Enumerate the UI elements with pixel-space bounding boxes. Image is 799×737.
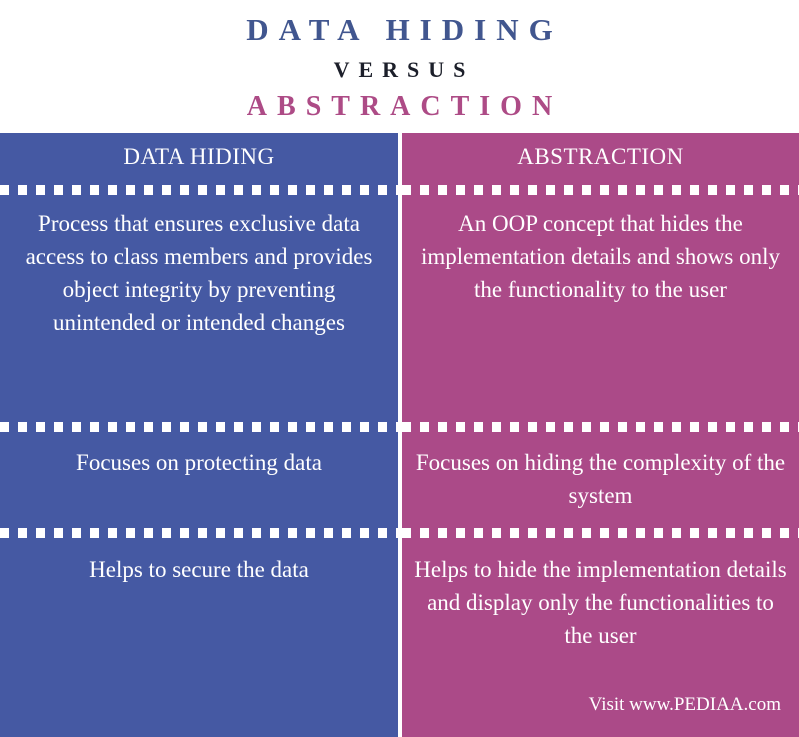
title-secondary: ABSTRACTION [246,91,563,122]
dashed-divider-icon [0,185,398,195]
cell-left-row-1: Process that ensures exclusive data acce… [25,211,373,335]
attribution-text: Visit www.PEDIAA.com [588,694,781,715]
title-connector: VERSUS [333,57,475,82]
comparison-infographic: DATA HIDING VERSUS ABSTRACTION DATA HIDI… [0,0,799,737]
title-block: DATA HIDING VERSUS ABSTRACTION [0,0,799,133]
dashed-divider-icon [402,185,799,195]
dashed-divider-icon [402,528,799,538]
cell-right-row-1: An OOP concept that hides the implementa… [420,211,780,302]
dashed-divider-icon [0,422,398,432]
dashed-divider-icon [402,422,799,432]
cell-right-row-2: Focuses on hiding the complexity of the … [415,450,786,508]
comparison-columns: DATA HIDING Process that ensures exclusi… [0,133,799,737]
cell-left-row-2: Focuses on protecting data [76,450,322,475]
title-primary: DATA HIDING [246,12,563,47]
column-header-data-hiding: DATA HIDING [123,144,275,169]
dashed-divider-icon [0,528,398,538]
column-abstraction: ABSTRACTION An OOP concept that hides th… [402,133,799,737]
column-header-abstraction: ABSTRACTION [517,144,684,169]
cell-left-row-3: Helps to secure the data [89,557,309,582]
column-data-hiding: DATA HIDING Process that ensures exclusi… [0,133,398,737]
